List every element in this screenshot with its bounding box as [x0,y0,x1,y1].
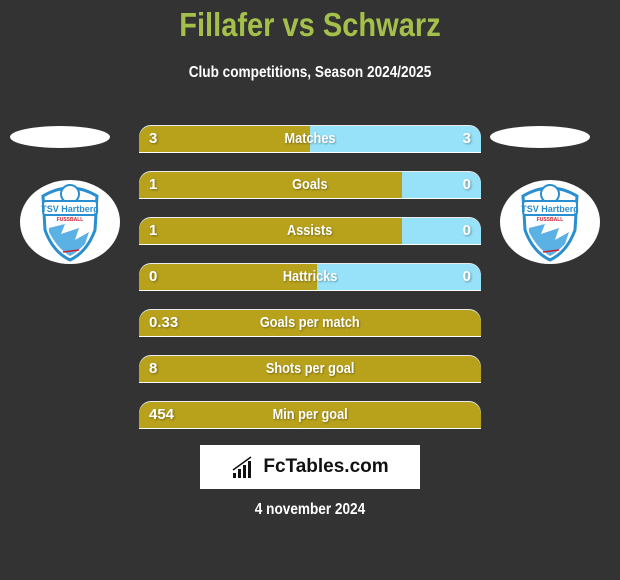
stat-label-text: Goals per match [260,314,360,331]
svg-text:TSV Hartberg: TSV Hartberg [521,204,579,214]
stat-label-text: Hattricks [282,268,338,285]
left-value: 0 [149,268,158,285]
left-team-badge[interactable]: TSV Hartberg FUSSBALL [20,180,120,264]
stat-label: Goals [139,172,481,198]
stat-label: Min per goal [139,402,481,428]
bar-chart-icon [232,456,252,478]
stat-row: Min per goal 454 [139,402,481,428]
season-subtitle: Club competitions, Season 2024/2025 [188,64,432,81]
svg-text:FUSSBALL: FUSSBALL [57,217,84,223]
page-title: Fillafer vs Schwarz [179,6,441,43]
right-value: 0 [462,268,471,285]
stat-label-text: Goals [292,176,328,193]
stat-row: Hattricks 0 0 [139,264,481,290]
left-value: 454 [149,406,175,423]
stat-row: Goals 1 0 [139,172,481,198]
svg-text:FUSSBALL: FUSSBALL [537,217,564,223]
left-value: 3 [149,130,158,147]
left-value: 0.33 [149,314,179,331]
stat-label-text: Shots per goal [265,360,355,377]
stat-label: Assists [139,218,481,244]
stat-row: Assists 1 0 [139,218,481,244]
stat-row: Goals per match 0.33 [139,310,481,336]
stat-label: Matches [139,126,481,152]
left-value: 1 [149,222,158,239]
stat-label: Goals per match [139,310,481,336]
stat-row: Shots per goal 8 [139,356,481,382]
svg-text:TSV Hartberg: TSV Hartberg [41,204,99,214]
left-value: 1 [149,176,158,193]
stat-label-text: Min per goal [272,406,348,423]
stat-label: Shots per goal [139,356,481,382]
right-value: 0 [462,176,471,193]
club-crest-icon: TSV Hartberg FUSSBALL [521,184,579,262]
left-value: 8 [149,360,158,377]
right-value: 0 [462,222,471,239]
club-crest-icon: TSV Hartberg FUSSBALL [41,184,99,262]
stat-label: Hattricks [139,264,481,290]
right-value: 3 [462,130,471,147]
stat-label-text: Assists [287,222,333,239]
stat-row: Matches 3 3 [139,126,481,152]
right-team-badge[interactable]: TSV Hartberg FUSSBALL [500,180,600,264]
left-player-oval [10,126,110,148]
match-date: 4 november 2024 [254,501,366,518]
stat-label-text: Matches [284,130,336,147]
fctables-logo[interactable]: FcTables.com [200,445,420,489]
right-player-oval [490,126,590,148]
brand-name: FcTables.com [263,456,389,477]
